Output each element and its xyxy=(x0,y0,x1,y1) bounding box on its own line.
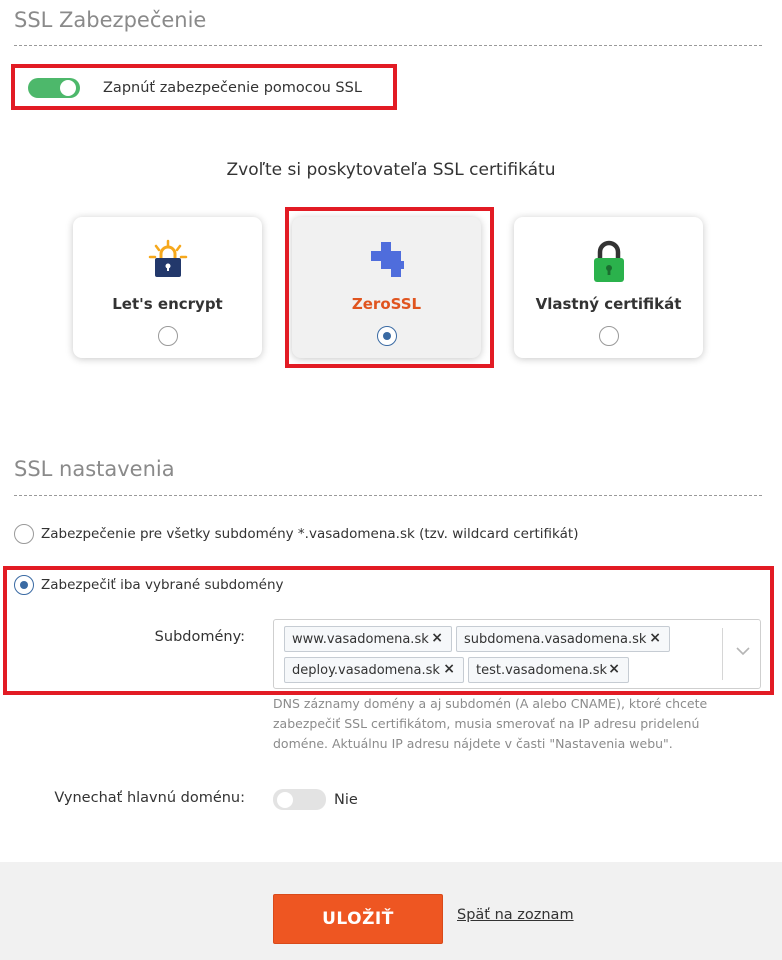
puzzle-icon xyxy=(292,239,481,279)
remove-tag-icon[interactable]: × xyxy=(443,661,455,677)
provider-label: Let's encrypt xyxy=(112,295,223,313)
back-to-list-link[interactable]: Späť na zoznam xyxy=(457,907,574,923)
tag-text: subdomena.vasadomena.sk xyxy=(464,631,647,647)
ssl-enable-row[interactable]: Zapnúť zabezpečenie pomocou SSL xyxy=(28,78,362,98)
skip-main-domain-label: Vynechať hlavnú doménu: xyxy=(54,790,245,806)
selected-subdomains-label: Zabezpečiť iba vybrané subdomény xyxy=(41,577,284,593)
skip-main-domain-value: Nie xyxy=(334,791,358,808)
option-wildcard[interactable]: Zabezpečenie pre všetky subdomény *.vasa… xyxy=(14,524,578,544)
subdomain-tag: deploy.vasadomena.sk × xyxy=(284,657,464,683)
ssl-enable-toggle[interactable] xyxy=(28,78,80,98)
skip-main-domain-toggle[interactable] xyxy=(273,789,326,810)
wildcard-label: Zabezpečenie pre všetky subdomény *.vasa… xyxy=(41,526,579,542)
toggle-knob xyxy=(277,791,293,808)
save-button[interactable]: ULOŽIŤ xyxy=(273,894,443,944)
ssl-security-title: SSL Zabezpečenie xyxy=(14,8,207,32)
tag-text: deploy.vasadomena.sk xyxy=(292,662,440,678)
subdomains-label: Subdomény: xyxy=(154,629,245,645)
green-lock-icon xyxy=(514,239,703,282)
wildcard-radio[interactable] xyxy=(14,524,34,544)
remove-tag-icon[interactable]: × xyxy=(608,661,620,677)
ssl-enable-label: Zapnúť zabezpečenie pomocou SSL xyxy=(103,80,362,96)
remove-tag-icon[interactable]: × xyxy=(431,630,443,646)
dropdown-separator xyxy=(722,628,723,680)
provider-radio-zerossl[interactable] xyxy=(376,326,397,346)
provider-radio-custom[interactable] xyxy=(598,326,619,346)
divider xyxy=(14,45,762,46)
tag-text: www.vasadomena.sk xyxy=(292,631,429,647)
provider-card-letsencrypt[interactable]: Let's encrypt xyxy=(73,217,262,358)
toggle-knob xyxy=(60,80,76,96)
subdomain-tag: test.vasadomena.sk × xyxy=(468,657,629,683)
provider-card-custom[interactable]: Vlastný certifikát xyxy=(514,217,703,358)
option-selected-subdomains[interactable]: Zabezpečiť iba vybrané subdomény xyxy=(14,575,284,595)
provider-heading: Zvoľte si poskytovateľa SSL certifikátu xyxy=(226,160,556,180)
selected-subdomains-radio[interactable] xyxy=(14,575,34,595)
divider xyxy=(14,495,762,496)
chevron-down-icon[interactable] xyxy=(734,642,752,660)
subdomains-multiselect[interactable]: www.vasadomena.sk × subdomena.vasadomena… xyxy=(273,619,761,689)
remove-tag-icon[interactable]: × xyxy=(649,630,661,646)
subdomain-tag: subdomena.vasadomena.sk × xyxy=(456,626,670,652)
provider-radio-letsencrypt[interactable] xyxy=(157,326,178,346)
sun-lock-icon xyxy=(73,239,262,279)
provider-card-zerossl[interactable]: ZeroSSL xyxy=(292,217,481,358)
dns-help-text: DNS záznamy domény a aj subdomén (A aleb… xyxy=(273,696,708,751)
ssl-settings-title: SSL nastavenia xyxy=(14,457,175,481)
subdomain-tag: www.vasadomena.sk × xyxy=(284,626,452,652)
tag-text: test.vasadomena.sk xyxy=(476,662,608,678)
skip-main-domain-row[interactable]: Nie xyxy=(273,789,358,810)
provider-label: Vlastný certifikát xyxy=(535,295,682,313)
provider-label: ZeroSSL xyxy=(351,295,422,313)
